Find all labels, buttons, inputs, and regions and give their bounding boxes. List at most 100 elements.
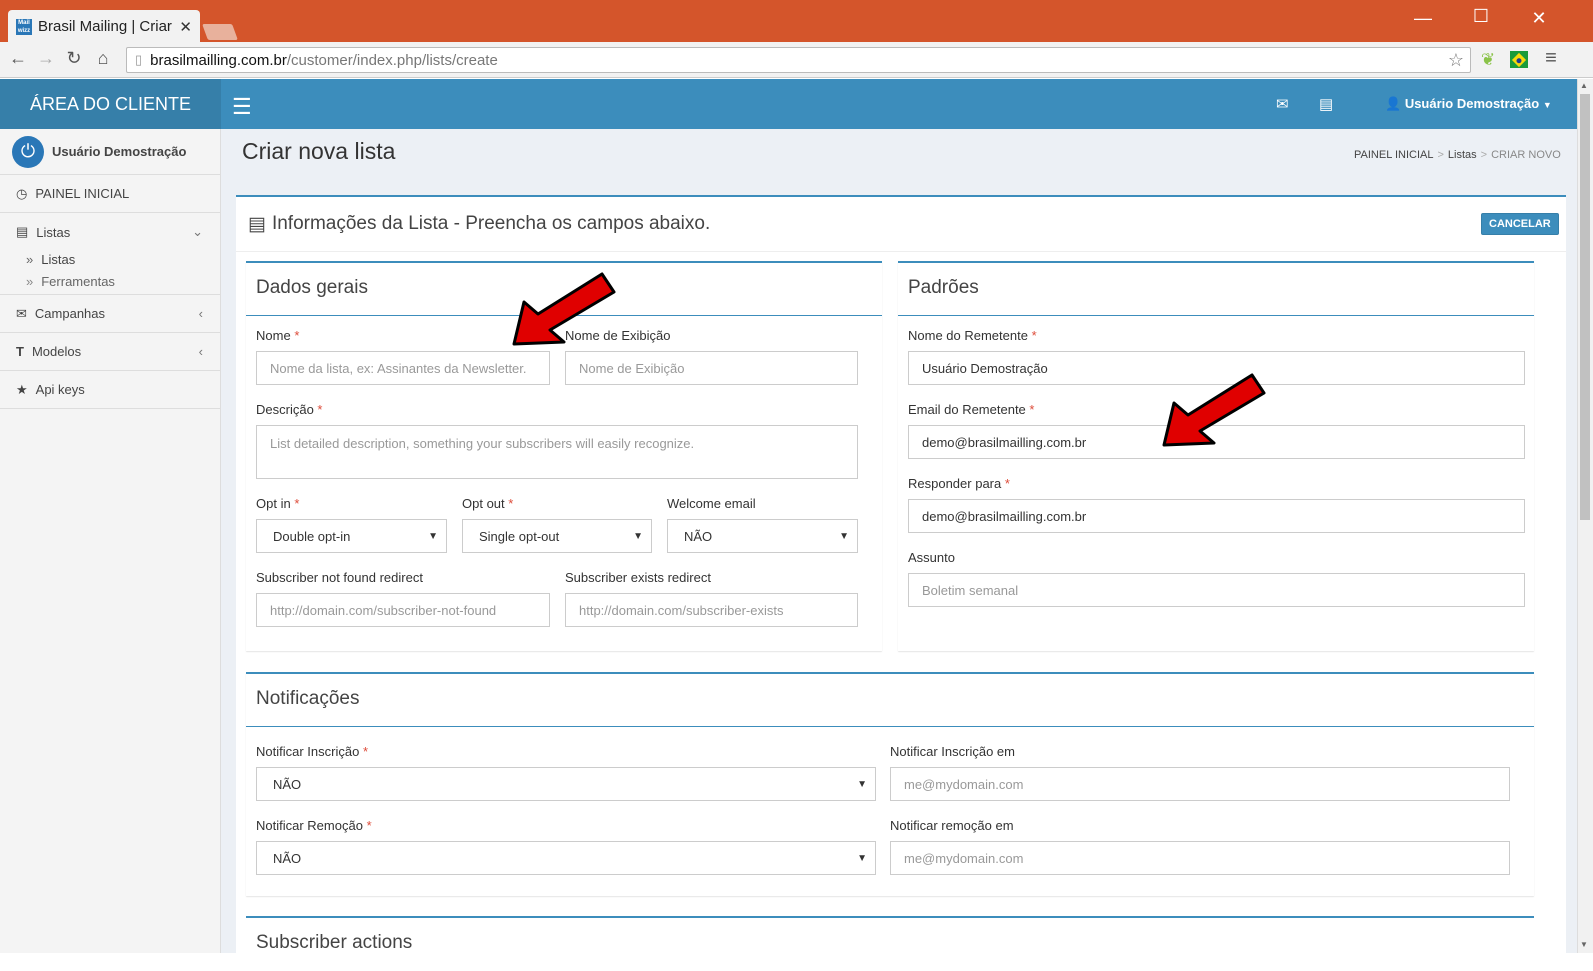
required-asterisk: * <box>362 744 368 759</box>
required-asterisk: * <box>1029 402 1035 417</box>
notify-sub-email-label: Notificar Inscrição em <box>890 744 1015 759</box>
reply-to-input[interactable]: demo@brasilmailling.com.br <box>908 499 1525 533</box>
sidebar-item-label: Modelos <box>31 344 82 359</box>
optin-select[interactable]: Double opt-in ▼ <box>256 519 447 553</box>
address-bar[interactable]: ▯ brasilmailling.com.br /customer/index.… <box>126 47 1471 73</box>
from-name-input[interactable]: Usuário Demostração <box>908 351 1525 385</box>
welcome-email-select[interactable]: NÃO ▼ <box>667 519 858 553</box>
optin-select-value: Double opt-in <box>273 528 351 544</box>
scrollbar-thumb[interactable] <box>1580 94 1590 520</box>
general-panel-title: Dados gerais <box>246 263 882 316</box>
select-caret-icon: ▼ <box>857 852 867 864</box>
messages-envelope-icon[interactable]: ✉ <box>1276 95 1289 113</box>
forward-icon[interactable]: → <box>34 48 58 69</box>
subject-label: Assunto <box>908 550 955 565</box>
maximize-icon[interactable]: ☐ <box>1466 6 1496 27</box>
double-chevron-icon: » <box>26 252 34 267</box>
select-caret-icon: ▼ <box>633 530 643 542</box>
extension-leaf-icon[interactable]: ❦ <box>1478 50 1498 70</box>
notify-sub-label-text: Notificar Inscrição <box>256 744 360 759</box>
user-panel: ⏻ Usuário Demostração <box>0 129 221 175</box>
power-avatar-icon: ⏻ <box>12 135 44 168</box>
star-icon: ★ <box>16 381 28 397</box>
breadcrumb-separator: > <box>1480 149 1488 161</box>
notify-unsub-select[interactable]: NÃO ▼ <box>256 841 876 875</box>
sidebar-item-dashboard[interactable]: ◷ PAINEL INICIAL <box>0 175 221 213</box>
sidebar-subitem-ferramentas[interactable]: » Ferramentas <box>26 274 115 289</box>
notify-unsub-email-input[interactable]: me@mydomain.com <box>890 841 1510 875</box>
notify-sub-value: NÃO <box>273 776 302 792</box>
required-asterisk: * <box>1004 476 1010 491</box>
notfound-redirect-input[interactable]: http://domain.com/subscriber-not-found <box>256 593 550 627</box>
description-textarea[interactable]: List detailed description, something you… <box>256 425 858 479</box>
dashboard-icon: ◷ <box>16 185 28 201</box>
back-icon[interactable]: ← <box>6 48 30 69</box>
required-asterisk: * <box>294 328 300 343</box>
sidebar-subitem-listas[interactable]: » Listas <box>26 252 75 267</box>
envelope-icon: ✉ <box>16 305 27 321</box>
required-asterisk: * <box>366 818 372 833</box>
notfound-redirect-label: Subscriber not found redirect <box>256 570 423 585</box>
scroll-down-icon[interactable]: ▼ <box>1580 940 1588 949</box>
description-label-text: Descrição <box>256 402 314 417</box>
user-menu-label: Usuário Demostração <box>1404 96 1540 111</box>
welcome-email-value: NÃO <box>684 528 713 544</box>
chevron-down-icon: ⌄ <box>192 224 203 239</box>
page-icon: ▯ <box>135 52 143 67</box>
required-asterisk: * <box>294 496 300 511</box>
favicon: Mail wizz <box>16 18 32 35</box>
sidebar-item-label: Api keys <box>35 382 85 397</box>
new-tab-button[interactable] <box>202 24 238 40</box>
notify-sub-email-input[interactable]: me@mydomain.com <box>890 767 1510 801</box>
home-icon[interactable]: ⌂ <box>91 48 115 69</box>
notify-sub-select[interactable]: NÃO ▼ <box>256 767 876 801</box>
minimize-icon[interactable]: — <box>1408 8 1438 29</box>
from-email-input[interactable]: demo@brasilmailling.com.br <box>908 425 1525 459</box>
list-icon: ▤ <box>16 224 29 239</box>
brand-logo[interactable]: ÁREA DO CLIENTE <box>0 79 221 129</box>
sidebar-item-label: Campanhas <box>34 306 106 321</box>
url-path: /customer/index.php/lists/create <box>286 51 498 69</box>
from-name-label: Nome do Remetente * <box>908 328 1037 343</box>
cancel-button[interactable]: CANCELAR <box>1481 213 1559 235</box>
sidebar-item-label: Listas <box>36 224 71 240</box>
browser-menu-icon[interactable]: ≡ <box>1541 47 1561 70</box>
sidebar-item-modelos[interactable]: T Modelos ‹ <box>0 333 221 371</box>
bookmark-star-icon[interactable]: ☆ <box>1448 50 1464 71</box>
subject-input[interactable]: Boletim semanal <box>908 573 1525 607</box>
text-icon: T <box>16 344 24 359</box>
sidebar-item-label: PAINEL INICIAL <box>35 186 130 201</box>
notifications-list-icon[interactable]: ▤ <box>1319 95 1333 113</box>
breadcrumb-listas-link[interactable]: Listas <box>1448 149 1477 161</box>
close-tab-icon[interactable]: ✕ <box>179 18 192 36</box>
display-name-input[interactable]: Nome de Exibição <box>565 351 858 385</box>
required-asterisk: * <box>1031 328 1037 343</box>
name-label-text: Nome <box>256 328 291 343</box>
optin-label: Opt in * <box>256 496 299 511</box>
browser-tab[interactable]: Mail wizz Brasil Mailing | Criar ✕ <box>8 10 200 43</box>
notify-unsub-label-text: Notificar Remoção <box>256 818 363 833</box>
sidebar-subitem-label: Listas <box>41 252 76 267</box>
sidebar-toggle-icon[interactable]: ☰ <box>232 94 252 120</box>
close-window-icon[interactable]: ✕ <box>1524 8 1554 29</box>
scroll-up-icon[interactable]: ▲ <box>1580 81 1588 90</box>
chevron-left-icon: ‹ <box>198 344 203 359</box>
required-asterisk: * <box>508 496 514 511</box>
exists-redirect-input[interactable]: http://domain.com/subscriber-exists <box>565 593 858 627</box>
select-caret-icon: ▼ <box>428 530 438 542</box>
sidebar-item-api-keys[interactable]: ★ Api keys <box>0 371 221 409</box>
sidebar-item-campanhas[interactable]: ✉ Campanhas ‹ <box>0 295 221 333</box>
breadcrumb-separator: > <box>1437 149 1444 161</box>
notify-unsub-value: NÃO <box>273 850 302 866</box>
reload-icon[interactable]: ↻ <box>62 48 86 69</box>
sidebar-item-listas[interactable]: ▤ Listas ⌄ <box>0 213 221 251</box>
user-menu[interactable]: 👤 Usuário Demostração ▼ <box>1385 96 1552 112</box>
name-input[interactable]: Nome da lista, ex: Assinantes da Newslet… <box>256 351 550 385</box>
list-icon: ▤ <box>248 213 266 235</box>
brazil-flag-icon[interactable] <box>1510 51 1528 68</box>
browser-titlebar <box>0 0 1593 42</box>
exists-redirect-label: Subscriber exists redirect <box>565 570 711 585</box>
notify-unsub-label: Notificar Remoção * <box>256 818 372 833</box>
breadcrumb-home-link[interactable]: PAINEL INICIAL <box>1354 149 1433 161</box>
optout-select[interactable]: Single opt-out ▼ <box>462 519 652 553</box>
